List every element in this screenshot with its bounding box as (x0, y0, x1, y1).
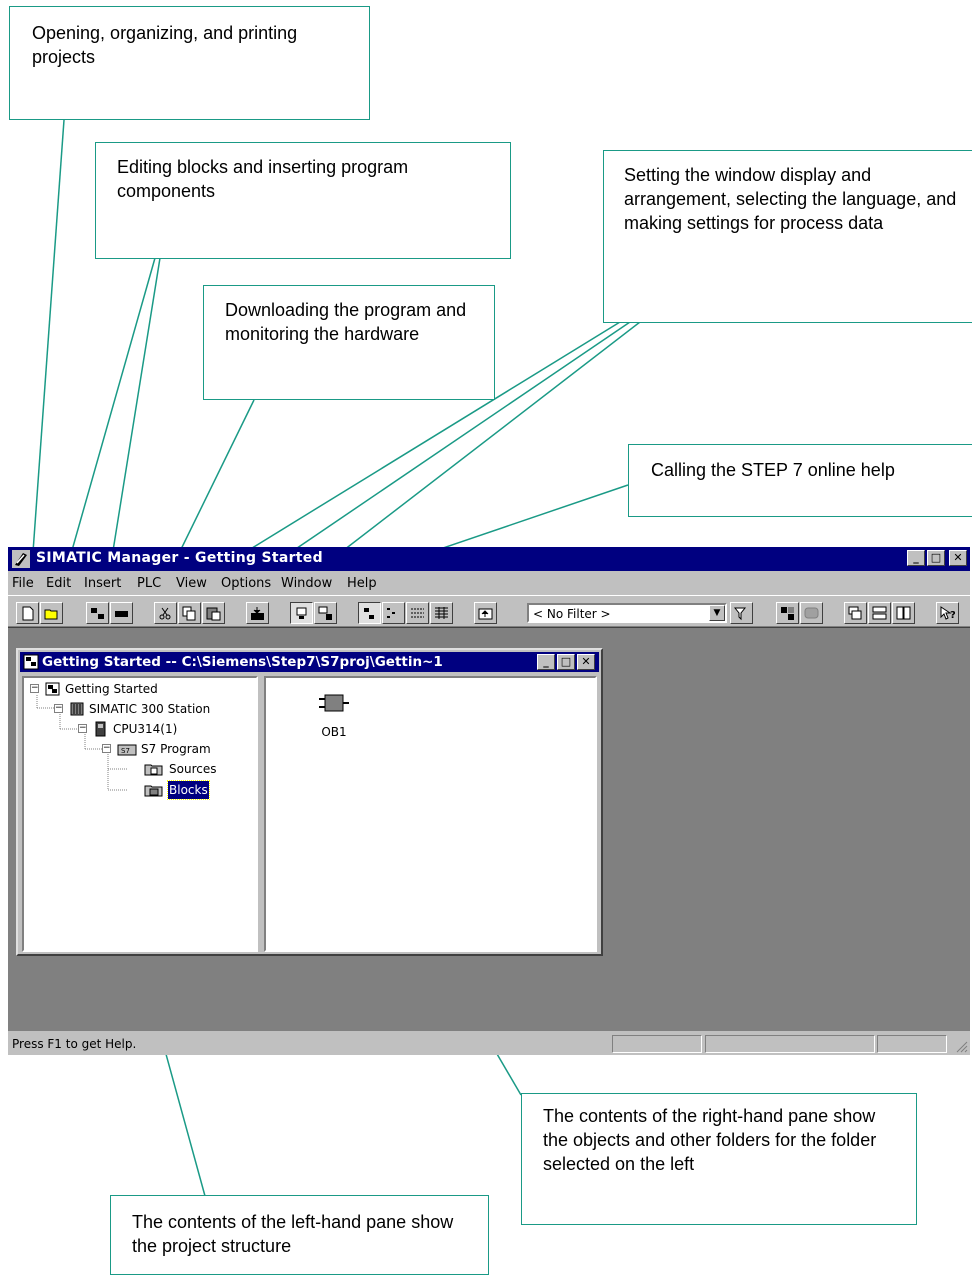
memory-card-icon[interactable] (110, 602, 133, 624)
callout-right-pane: The contents of the right-hand pane show… (521, 1093, 917, 1225)
tree-item-label: SIMATIC 300 Station (89, 702, 211, 716)
menu-plc[interactable]: PLC (137, 576, 161, 591)
context-help-icon[interactable]: ? (936, 602, 959, 624)
window-title: SIMATIC Manager - Getting Started (36, 550, 323, 566)
callout-help-menu-text: Calling the STEP 7 online help (651, 460, 895, 480)
menu-insert[interactable]: Insert (84, 576, 121, 591)
collapse-icon[interactable]: − (78, 724, 87, 733)
menu-options[interactable]: Options (221, 576, 271, 591)
maximize-button[interactable]: □ (557, 654, 575, 670)
sources-folder-icon (144, 764, 163, 776)
callout-edit-insert-text: Editing blocks and inserting program com… (117, 157, 409, 201)
collapse-icon[interactable]: − (102, 744, 111, 753)
maximize-button[interactable]: □ (927, 550, 945, 566)
close-button[interactable]: ✕ (949, 550, 967, 566)
details-icon[interactable] (430, 602, 453, 624)
minimize-button[interactable]: _ (537, 654, 555, 670)
small-icons-icon[interactable] (382, 602, 405, 624)
up-one-level-icon[interactable] (474, 602, 497, 624)
status-text: Press F1 to get Help. (12, 1037, 137, 1051)
cpu-icon (95, 721, 106, 737)
svg-text:?: ? (950, 610, 955, 621)
window-title-bar[interactable]: SIMATIC Manager - Getting Started _ □ ✕ (8, 547, 970, 571)
project-icon (45, 682, 60, 696)
display-icon[interactable] (800, 602, 823, 624)
tree-item-label: Sources (169, 762, 217, 776)
mdi-workspace: Getting Started -- C:\Siemens\Step7\S7pr… (8, 627, 970, 1031)
resize-grip-icon[interactable] (954, 1039, 968, 1053)
station-icon (70, 702, 84, 716)
menu-bar: File Edit Insert PLC View Options Window… (8, 573, 970, 593)
status-panel (612, 1035, 702, 1053)
status-bar: Press F1 to get Help. (8, 1033, 970, 1055)
callout-view-options-window-text: Setting the window display and arrangeme… (624, 165, 957, 233)
organization-block-icon (319, 694, 349, 712)
close-button[interactable]: ✕ (577, 654, 595, 670)
status-panel (705, 1035, 875, 1053)
minimize-button[interactable]: _ (907, 550, 925, 566)
accessible-nodes-icon[interactable] (86, 602, 109, 624)
new-icon[interactable] (16, 602, 39, 624)
tree-item-label-selected: Blocks (167, 780, 210, 800)
callout-right-pane-text: The contents of the right-hand pane show… (543, 1106, 877, 1174)
block-label: OB1 (321, 725, 347, 739)
menu-edit[interactable]: Edit (46, 576, 71, 591)
collapse-icon[interactable]: − (54, 704, 63, 713)
download-icon[interactable] (246, 602, 269, 624)
chevron-down-icon[interactable]: ▼ (709, 605, 725, 621)
callout-left-pane: The contents of the left-hand pane show … (110, 1195, 489, 1275)
callout-help-menu: Calling the STEP 7 online help (628, 444, 972, 517)
simatic-manager-app-icon (12, 550, 30, 568)
menu-window[interactable]: Window (281, 576, 332, 591)
tile-vertical-icon[interactable] (892, 602, 915, 624)
s7-program-icon: S7 (117, 744, 137, 756)
offline-icon[interactable] (290, 602, 313, 624)
simatic-manager-window: SIMATIC Manager - Getting Started _ □ ✕ … (8, 547, 970, 1055)
online-icon[interactable] (314, 602, 337, 624)
callout-left-pane-text: The contents of the left-hand pane show … (132, 1212, 454, 1256)
filter-value: < No Filter > (533, 607, 611, 621)
menu-file[interactable]: File (12, 576, 34, 591)
tile-horizontal-icon[interactable] (868, 602, 891, 624)
tree-item-label: S7 Program (141, 742, 211, 756)
project-icon (23, 654, 39, 670)
list-icon[interactable] (406, 602, 429, 624)
menu-help[interactable]: Help (347, 576, 377, 591)
callout-plc-menu-text: Downloading the program and monitoring t… (225, 300, 467, 344)
project-window-title-bar[interactable]: Getting Started -- C:\Siemens\Step7\S7pr… (20, 652, 599, 672)
cut-icon[interactable] (154, 602, 177, 624)
callout-view-options-window: Setting the window display and arrangeme… (603, 150, 972, 323)
simatic-manager-icon[interactable] (776, 602, 799, 624)
large-icons-icon[interactable] (358, 602, 381, 624)
paste-icon[interactable] (202, 602, 225, 624)
project-window: Getting Started -- C:\Siemens\Step7\S7pr… (16, 648, 603, 956)
project-tree-pane[interactable]: − Getting Started − SIMATIC 300 Station … (22, 676, 258, 952)
callout-file-menu-text: Opening, organizing, and printing projec… (32, 23, 298, 67)
callout-plc-menu: Downloading the program and monitoring t… (203, 285, 495, 400)
tree-item-label: CPU314(1) (113, 722, 178, 736)
status-panel (877, 1035, 947, 1053)
cascade-icon[interactable] (844, 602, 867, 624)
blocks-folder-icon (144, 785, 163, 797)
copy-icon[interactable] (178, 602, 201, 624)
collapse-icon[interactable]: − (30, 684, 39, 693)
project-window-title: Getting Started -- C:\Siemens\Step7\S7pr… (42, 654, 443, 670)
object-contents-pane[interactable]: OB1 (264, 676, 597, 952)
toolbar: < No Filter > ▼ ? (8, 595, 970, 627)
tree-item-label: Getting Started (65, 682, 158, 696)
filter-icon[interactable] (730, 602, 753, 624)
menu-view[interactable]: View (176, 576, 207, 591)
open-icon[interactable] (40, 602, 63, 624)
svg-text:S7: S7 (121, 747, 130, 755)
block-ob1[interactable]: OB1 (314, 692, 354, 739)
callout-file-menu: Opening, organizing, and printing projec… (9, 6, 370, 120)
filter-dropdown[interactable]: < No Filter > ▼ (527, 603, 727, 623)
callout-edit-insert: Editing blocks and inserting program com… (95, 142, 511, 259)
